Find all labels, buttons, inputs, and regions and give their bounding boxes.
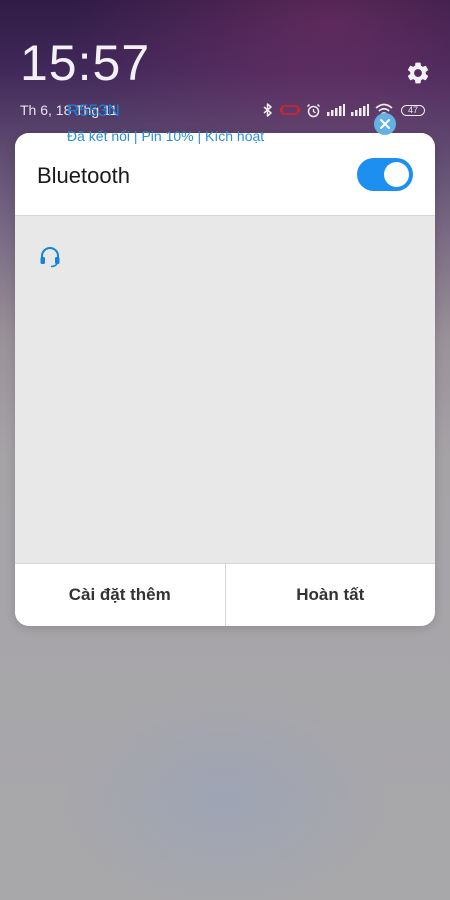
dialog-title: Bluetooth <box>37 163 130 188</box>
alarm-icon <box>306 103 321 118</box>
dialog-footer: Cài đặt thêm Hoàn tất <box>15 563 435 626</box>
device-status: Đã kết nối | Pin 10% | Kích hoạt <box>67 128 265 144</box>
battery-icon: 47 <box>401 104 425 116</box>
settings-gear-icon[interactable] <box>405 60 431 86</box>
device-item[interactable] <box>15 216 435 284</box>
signal-icon <box>351 104 369 116</box>
battery-level: 47 <box>407 104 418 115</box>
headset-icon <box>38 244 62 268</box>
vibrate-icon <box>280 104 300 116</box>
device-name: R553N <box>67 101 120 120</box>
toggle-knob <box>384 162 409 187</box>
close-icon[interactable] <box>373 112 397 136</box>
status-bar: 47 <box>262 100 425 120</box>
dialog-header: Bluetooth <box>15 133 435 216</box>
bluetooth-icon <box>262 103 274 117</box>
more-settings-button[interactable]: Cài đặt thêm <box>15 564 225 626</box>
bluetooth-toggle[interactable] <box>357 158 413 191</box>
signal-icon <box>327 104 345 116</box>
clock: 15:57 <box>20 35 151 91</box>
device-list <box>15 216 435 563</box>
bluetooth-dialog: Bluetooth Cài đặt thêm Hoàn tất <box>15 133 435 626</box>
done-button[interactable]: Hoàn tất <box>224 564 436 626</box>
